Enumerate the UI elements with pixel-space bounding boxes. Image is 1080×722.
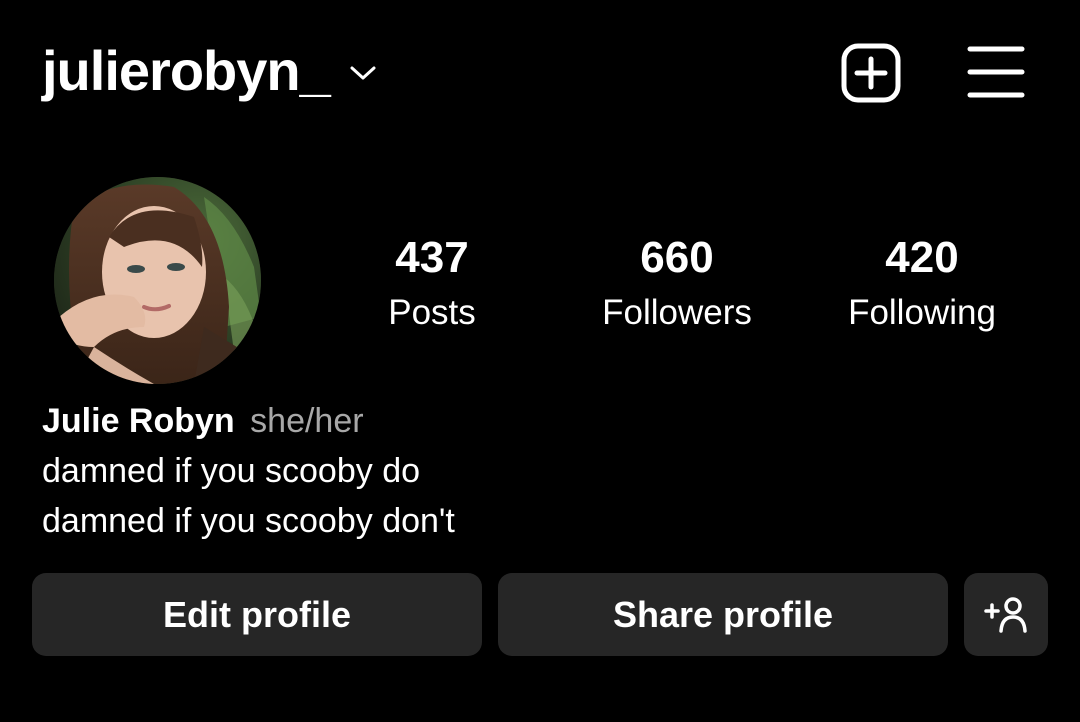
bio-line-2: damned if you scooby don't [42,502,455,540]
following-label: Following [848,293,996,332]
edit-profile-button[interactable]: Edit profile [32,573,482,656]
hamburger-menu-icon [967,46,1025,98]
create-post-button[interactable] [840,42,902,104]
bio-line-1: damned if you scooby do [42,452,421,490]
avatar-photo [54,177,261,384]
profile-bio: Julie Robyn she/her damned if you scooby… [42,396,455,546]
posts-label: Posts [388,293,476,332]
followers-number: 660 [640,233,714,282]
top-bar: julierobyn_ [0,0,1080,150]
edit-profile-label: Edit profile [163,593,351,635]
username: julierobyn_ [42,39,331,102]
followers-count[interactable]: 660 Followers [567,228,787,338]
share-profile-label: Share profile [612,593,834,635]
account-switcher[interactable]: julierobyn_ [42,36,378,106]
followers-label: Followers [602,293,752,332]
bio-name-line: Julie Robyn she/her [42,396,455,446]
discover-people-button[interactable] [964,573,1048,656]
share-profile-button[interactable]: Share profile [498,573,948,656]
chevron-down-icon [348,58,378,88]
following-number: 420 [885,233,959,282]
avatar[interactable] [54,177,261,384]
add-square-icon [841,43,901,103]
posts-number: 437 [395,233,469,282]
add-person-icon [984,596,1027,633]
pronouns: she/her [250,402,364,440]
following-count[interactable]: 420 Following [812,228,1032,338]
menu-button[interactable] [966,44,1026,100]
display-name: Julie Robyn [42,402,235,440]
posts-count[interactable]: 437 Posts [322,228,542,338]
